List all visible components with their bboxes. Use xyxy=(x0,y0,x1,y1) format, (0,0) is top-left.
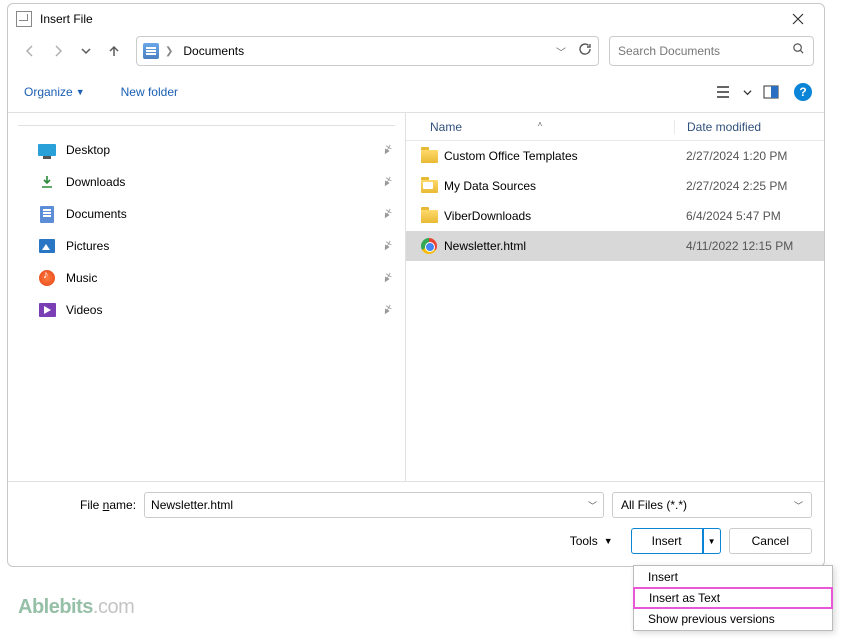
folder-icon xyxy=(421,180,438,193)
file-row[interactable]: ViberDownloads6/4/2024 5:47 PM xyxy=(406,201,824,231)
close-icon xyxy=(792,13,804,25)
chevron-down-icon[interactable]: ﹀ xyxy=(588,499,597,512)
close-button[interactable] xyxy=(778,6,818,32)
chevron-down-icon: ﹀ xyxy=(794,499,803,512)
up-button[interactable] xyxy=(102,39,126,63)
filename-input[interactable] xyxy=(151,498,588,512)
tools-menu[interactable]: Tools▼ xyxy=(570,534,613,548)
menu-item-insert-as-text[interactable]: Insert as Text xyxy=(633,587,833,609)
music-icon xyxy=(39,270,55,286)
view-list-button[interactable] xyxy=(711,80,735,104)
nav-row: ❯ Documents ﹀ xyxy=(8,34,824,72)
window-title: Insert File xyxy=(40,12,93,26)
search-icon xyxy=(792,42,805,60)
location-icon xyxy=(143,43,159,59)
search-input[interactable] xyxy=(618,44,792,58)
column-date[interactable]: Date modified xyxy=(674,120,824,134)
pin-icon xyxy=(378,301,396,320)
file-row[interactable]: My Data Sources2/27/2024 2:25 PM xyxy=(406,171,824,201)
pin-icon xyxy=(378,205,396,224)
sidebar-item-music[interactable]: Music xyxy=(8,262,405,294)
help-button[interactable]: ? xyxy=(794,83,812,101)
sort-indicator-icon: ˄ xyxy=(538,120,543,129)
sidebar-item-pictures[interactable]: Pictures xyxy=(8,230,405,262)
sidebar-item-downloads[interactable]: Downloads xyxy=(8,166,405,198)
search-box[interactable] xyxy=(609,36,814,66)
titlebar: Insert File xyxy=(8,4,824,34)
preview-pane-button[interactable] xyxy=(759,80,783,104)
documents-icon xyxy=(40,206,54,223)
filename-label: File name: xyxy=(80,498,136,512)
chevron-right-icon: ❯ xyxy=(165,46,173,57)
pin-icon xyxy=(378,269,396,288)
insert-dropdown-arrow[interactable]: ▼ xyxy=(703,528,721,554)
sidebar: Desktop Downloads Documents Pictures Mus… xyxy=(8,113,406,481)
watermark: Ablebits.com xyxy=(18,596,134,619)
menu-item-insert[interactable]: Insert xyxy=(634,566,832,588)
menu-item-show-previous-versions[interactable]: Show previous versions xyxy=(634,608,832,630)
refresh-button[interactable] xyxy=(578,42,592,61)
sidebar-item-videos[interactable]: Videos xyxy=(8,294,405,326)
insert-button[interactable]: Insert xyxy=(631,528,703,554)
breadcrumb-current[interactable]: Documents xyxy=(179,42,248,60)
sidebar-item-documents[interactable]: Documents xyxy=(8,198,405,230)
filename-combo[interactable]: ﹀ xyxy=(144,492,604,518)
cancel-button[interactable]: Cancel xyxy=(729,528,812,554)
file-row[interactable]: Custom Office Templates2/27/2024 1:20 PM xyxy=(406,141,824,171)
app-icon xyxy=(16,11,32,27)
downloads-icon xyxy=(38,173,56,191)
back-button[interactable] xyxy=(18,39,42,63)
sidebar-item-desktop[interactable]: Desktop xyxy=(8,134,405,166)
new-folder-button[interactable]: New folder xyxy=(117,82,182,102)
desktop-icon xyxy=(38,144,56,156)
pin-icon xyxy=(378,141,396,160)
column-header[interactable]: Name˄ Date modified xyxy=(406,113,824,141)
file-row[interactable]: Newsletter.html4/11/2022 12:15 PM xyxy=(406,231,824,261)
chevron-down-icon: ▼ xyxy=(604,536,613,546)
organize-menu[interactable]: Organize▼ xyxy=(20,82,89,102)
insert-dropdown-menu: Insert Insert as Text Show previous vers… xyxy=(633,565,833,631)
forward-button[interactable] xyxy=(46,39,70,63)
folder-icon xyxy=(421,210,438,223)
videos-icon xyxy=(39,303,56,317)
pictures-icon xyxy=(39,239,55,253)
view-dropdown[interactable] xyxy=(741,80,753,104)
chrome-icon xyxy=(421,238,437,254)
recent-dropdown[interactable] xyxy=(74,39,98,63)
address-bar[interactable]: ❯ Documents ﹀ xyxy=(136,36,599,66)
folder-icon xyxy=(421,150,438,163)
filetype-filter[interactable]: All Files (*.*)﹀ xyxy=(612,492,812,518)
address-dropdown[interactable]: ﹀ xyxy=(556,44,566,59)
footer: File name: ﹀ All Files (*.*)﹀ Tools▼ Ins… xyxy=(8,481,824,566)
insert-file-dialog: Insert File ❯ Documents ﹀ Organize▼ New … xyxy=(7,3,825,567)
file-list: Name˄ Date modified Custom Office Templa… xyxy=(406,113,824,481)
command-bar: Organize▼ New folder ? xyxy=(8,72,824,112)
insert-split-button[interactable]: Insert ▼ xyxy=(631,528,721,554)
column-name[interactable]: Name˄ xyxy=(406,120,674,134)
sidebar-divider xyxy=(18,125,395,126)
chevron-down-icon: ▼ xyxy=(76,87,85,97)
pin-icon xyxy=(378,173,396,192)
pin-icon xyxy=(378,237,396,256)
body-area: Desktop Downloads Documents Pictures Mus… xyxy=(8,112,824,481)
